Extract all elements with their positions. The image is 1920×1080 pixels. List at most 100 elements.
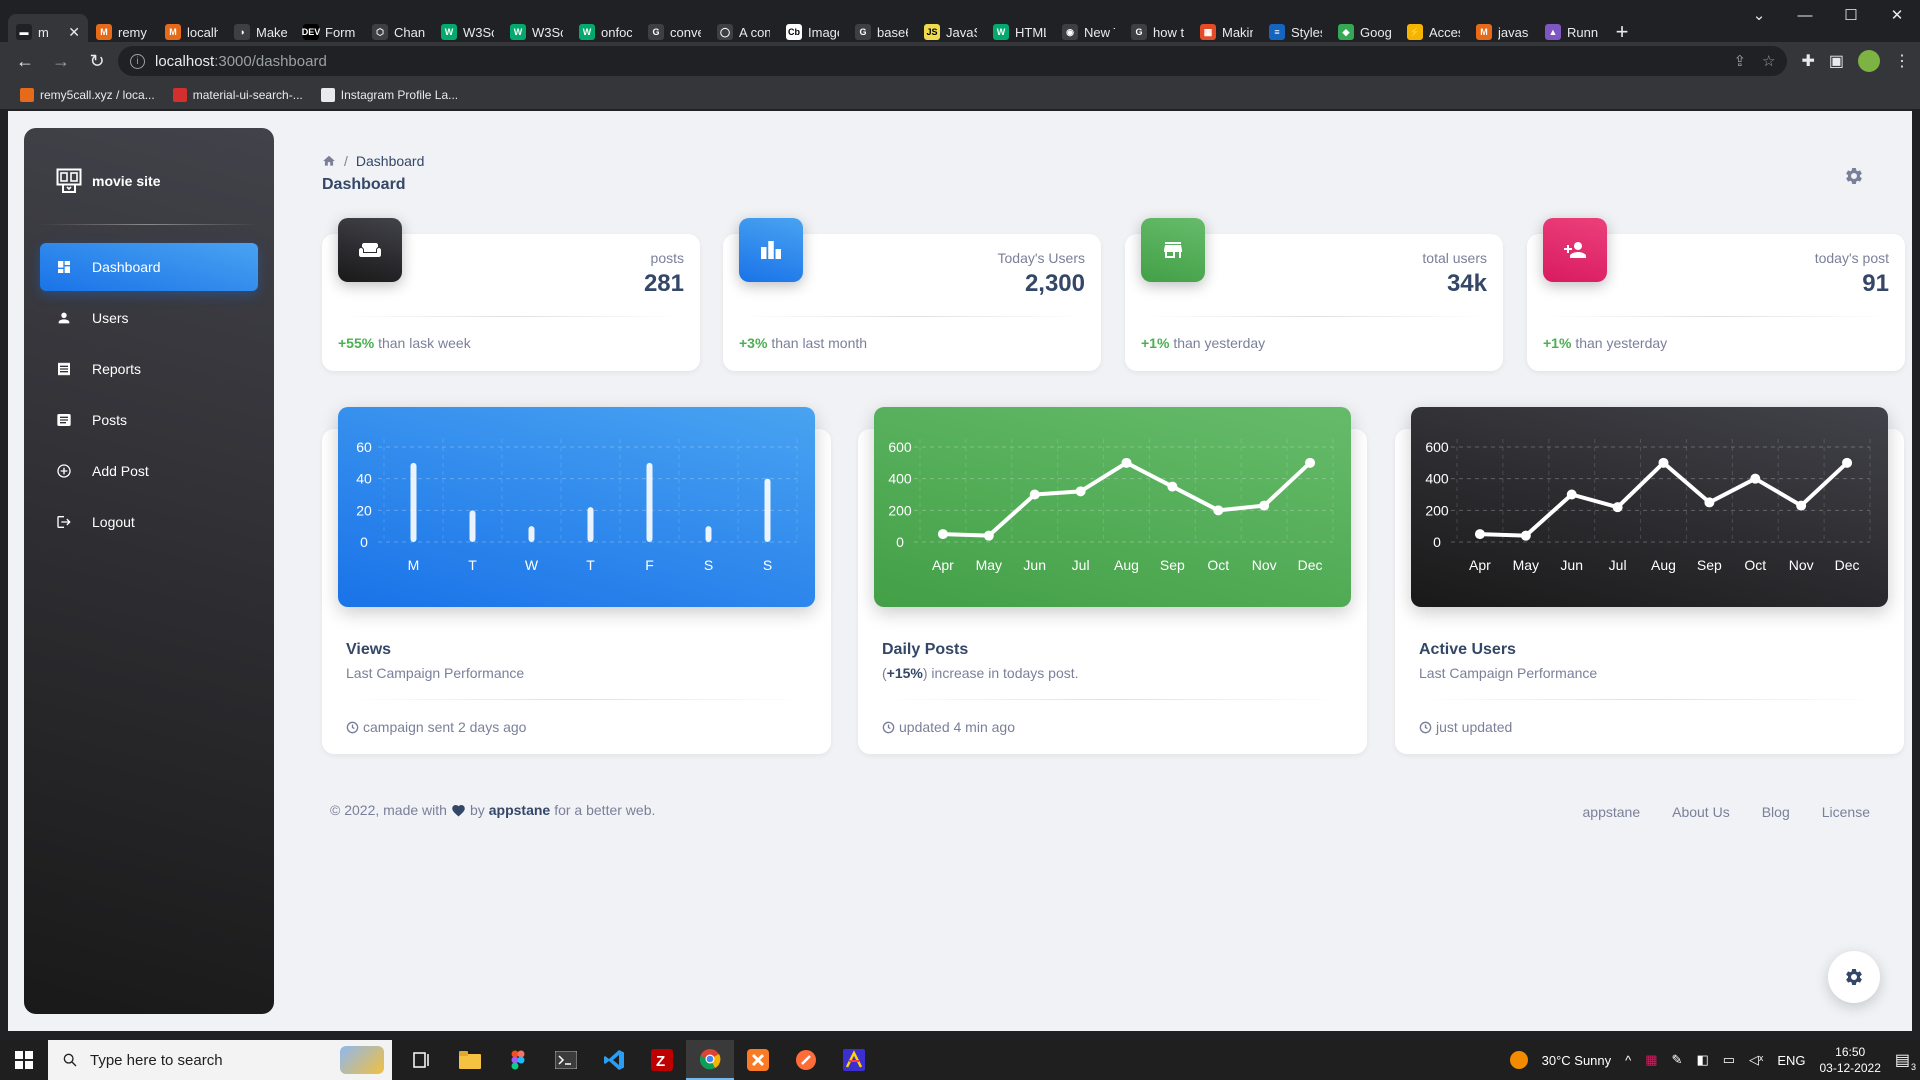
sidebar-item-posts[interactable]: Posts	[40, 396, 258, 444]
chart-bar[interactable]	[764, 478, 771, 542]
notifications-icon[interactable]: ▤ 3	[1895, 1050, 1916, 1072]
xampp-icon[interactable]	[734, 1040, 782, 1080]
tray-chevron-icon[interactable]: ^	[1625, 1053, 1631, 1068]
chart-point[interactable]	[1029, 489, 1040, 500]
figma-icon[interactable]	[494, 1040, 542, 1080]
chart-point[interactable]	[1474, 529, 1485, 540]
browser-menu-icon[interactable]: ⋮	[1894, 51, 1910, 71]
chart-point[interactable]	[1213, 505, 1224, 516]
chart-bar[interactable]	[528, 526, 535, 542]
forward-button[interactable]: →	[46, 46, 76, 76]
extensions-icon[interactable]: ✚	[1801, 51, 1814, 71]
chart-point[interactable]	[1566, 489, 1577, 500]
configurator-button[interactable]	[1828, 951, 1880, 1003]
nav-icon-wrap	[56, 361, 72, 377]
chrome-icon[interactable]	[686, 1040, 734, 1080]
start-button[interactable]	[0, 1040, 48, 1080]
brand[interactable]: movie site	[24, 128, 274, 208]
chart-point[interactable]	[1658, 457, 1669, 468]
chart-canvas: 0 200 400 600 Apr May Jun Jul Aug Sep Oct Nov Dec	[1411, 407, 1888, 607]
footer-link[interactable]: License	[1822, 804, 1870, 820]
dev-tool-icon[interactable]	[830, 1040, 878, 1080]
bookmark-item[interactable]: material-ui-search-...	[172, 87, 303, 102]
side-panel-icon[interactable]: ▣	[1829, 51, 1844, 71]
tab-title: A con	[739, 24, 770, 40]
page-viewport: movie site Dashboard Users Reports Posts Add…	[8, 111, 1912, 1031]
chart-bar[interactable]	[587, 507, 594, 542]
reload-button[interactable]: ↻	[82, 46, 112, 76]
clock-time: 16:50	[1835, 1045, 1866, 1059]
task-view-icon[interactable]	[398, 1040, 446, 1080]
minimize-button[interactable]: —	[1782, 0, 1828, 30]
chart-bar[interactable]	[469, 510, 476, 542]
share-icon[interactable]: ⇪	[1733, 52, 1746, 70]
back-button[interactable]: ←	[10, 46, 40, 76]
chart-point[interactable]	[1259, 500, 1270, 511]
sidebar-item-dashboard[interactable]: Dashboard	[40, 243, 258, 291]
tray-pen-icon[interactable]: ✎	[1672, 1052, 1683, 1068]
file-explorer-icon[interactable]	[446, 1040, 494, 1080]
chart-point[interactable]	[1520, 530, 1531, 541]
sidebar-item-label: Add Post	[92, 463, 149, 479]
stat-change-percent: +55%	[338, 335, 375, 351]
sidebar-item-logout[interactable]: Logout	[40, 498, 258, 546]
chart-bar[interactable]	[410, 462, 417, 542]
weather-text[interactable]: 30°C Sunny	[1542, 1053, 1612, 1068]
x-tick-label: T	[468, 557, 477, 573]
chart-point[interactable]	[937, 529, 948, 540]
x-tick-label: Sep	[1697, 557, 1722, 573]
tab-title: Image	[808, 24, 839, 40]
bookmark-star-icon[interactable]: ☆	[1762, 52, 1775, 70]
site-info-icon[interactable]: i	[130, 53, 145, 69]
x-tick-label: S	[704, 557, 713, 573]
chart-bar[interactable]	[646, 462, 653, 542]
y-tick-label: 400	[1425, 471, 1449, 487]
chart-point[interactable]	[1704, 497, 1715, 508]
maximize-button[interactable]: ☐	[1828, 0, 1874, 30]
profile-avatar[interactable]	[1858, 50, 1880, 72]
language-indicator[interactable]: ENG	[1777, 1053, 1805, 1068]
vscode-icon[interactable]	[590, 1040, 638, 1080]
network-icon[interactable]: ▭	[1723, 1052, 1735, 1068]
page-scrollbar[interactable]	[1908, 111, 1912, 1031]
bookmark-item[interactable]: Instagram Profile La...	[320, 87, 458, 102]
chart-point[interactable]	[1796, 500, 1807, 511]
sidebar-item-reports[interactable]: Reports	[40, 345, 258, 393]
footer-author-link[interactable]: appstane	[489, 802, 550, 818]
notification-count: 3	[1910, 1062, 1916, 1072]
tab-search-chevron-icon[interactable]: ⌄	[1736, 0, 1782, 30]
weather-icon[interactable]	[1509, 1051, 1528, 1069]
chart-point[interactable]	[1121, 457, 1132, 468]
postman-icon[interactable]	[782, 1040, 830, 1080]
chart-point[interactable]	[1075, 486, 1086, 497]
home-icon[interactable]	[322, 154, 336, 168]
settings-gear-icon[interactable]	[1844, 166, 1864, 186]
footer-link[interactable]: Blog	[1762, 804, 1790, 820]
filezilla-icon[interactable]: Z	[638, 1040, 686, 1080]
close-window-button[interactable]: ✕	[1874, 0, 1920, 30]
tab-title: W3Sc	[463, 24, 494, 40]
chart-footer-text: just updated	[1436, 719, 1513, 735]
terminal-icon[interactable]	[542, 1040, 590, 1080]
footer-link[interactable]: About Us	[1672, 804, 1730, 820]
tray-camera-icon[interactable]: ◧	[1696, 1052, 1708, 1068]
bookmark-item[interactable]: remy5call.xyz / loca...	[20, 87, 155, 102]
chart-point[interactable]	[1612, 502, 1623, 513]
volume-icon[interactable]: ◁ˣ	[1749, 1052, 1763, 1068]
chart-point[interactable]	[1305, 457, 1316, 468]
sidebar-item-add-post[interactable]: Add Post	[40, 447, 258, 495]
clock[interactable]: 16:50 03-12-2022	[1819, 1044, 1880, 1076]
tab-title: Chang	[394, 24, 425, 40]
chart-bar[interactable]	[705, 526, 712, 542]
footer-link[interactable]: appstane	[1583, 804, 1641, 820]
tray-app-icon[interactable]: ▦	[1645, 1052, 1657, 1068]
chart-point[interactable]	[1167, 481, 1178, 492]
chart-point[interactable]	[983, 530, 994, 541]
sidebar-item-users[interactable]: Users	[40, 294, 258, 342]
x-tick-label: Oct	[1207, 557, 1229, 573]
address-bar[interactable]: i localhost:3000/dashboard ⇪ ☆	[118, 46, 1788, 76]
chart-point[interactable]	[1842, 457, 1853, 468]
taskbar-search[interactable]: Type here to search	[48, 1040, 392, 1080]
tab-close-icon[interactable]: ✕	[68, 24, 80, 41]
chart-point[interactable]	[1750, 473, 1761, 484]
